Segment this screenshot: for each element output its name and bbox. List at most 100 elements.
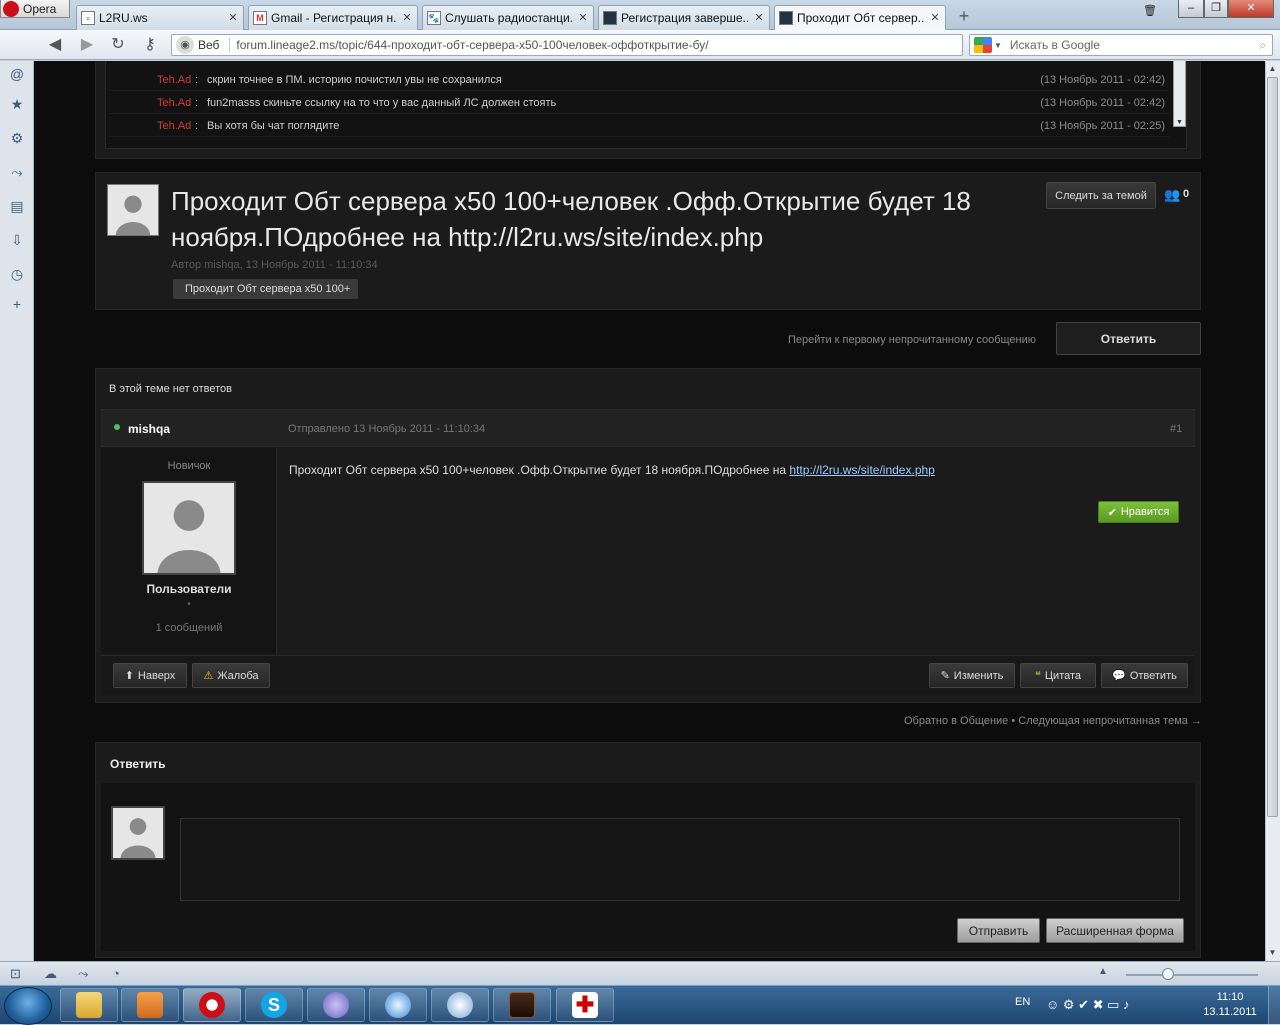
report-button[interactable]: ⚠ Жалоба — [192, 663, 270, 688]
post-link[interactable]: http://l2ru.ws/site/index.php — [789, 463, 934, 477]
scroll-down-icon[interactable]: ▼ — [1174, 119, 1185, 126]
app-taskbar-button[interactable] — [307, 988, 365, 1022]
maximize-button[interactable]: ❐ — [1204, 0, 1228, 18]
close-icon[interactable]: ✕ — [929, 12, 941, 24]
page-title: Проходит Обт сервера x50 100+человек .Оф… — [171, 186, 971, 252]
reload-icon[interactable]: ↻ — [107, 35, 129, 55]
chat-row: Teh.Ad: fun2masss скиньте ссылку на то чт… — [109, 92, 1169, 114]
opera-logo-icon — [3, 0, 19, 17]
post-body: Проходит Обт сервера x50 100+человек .Оф… — [289, 463, 935, 477]
language-indicator[interactable]: EN — [1015, 996, 1030, 1008]
chat-user[interactable]: Teh.Ad — [157, 74, 191, 86]
topic-tag[interactable]: Проходит Обт сервера x50 100+ — [173, 279, 359, 299]
tab-topic-active[interactable]: Проходит Обт сервер... ✕ — [774, 5, 946, 30]
close-icon[interactable]: ✕ — [227, 12, 239, 24]
unread-link[interactable]: Перейти к первому непрочитанному сообщен… — [788, 334, 1036, 346]
reply-topic-button[interactable]: Ответить — [1056, 322, 1201, 355]
opera-menu-button[interactable]: Opera — [0, 0, 70, 18]
close-icon[interactable]: ✕ — [401, 12, 413, 24]
clock-date[interactable]: 13.11.2011 — [1195, 1006, 1265, 1018]
back-to-top-button[interactable]: ⬆ Наверх — [113, 663, 187, 688]
close-icon[interactable]: ✕ — [753, 12, 765, 24]
gmail-icon: M — [253, 11, 267, 25]
post-author[interactable]: mishqa — [128, 422, 170, 436]
reply-textarea[interactable] — [180, 818, 1180, 901]
tab-radio[interactable]: 🐾 Слушать радиостанци... ✕ — [422, 5, 594, 30]
site-icon — [603, 11, 617, 25]
address-field[interactable]: ◉ Веб forum.lineage2.ms/topic/644-проход… — [171, 34, 963, 56]
back-arrow-icon[interactable]: ◀ — [44, 35, 66, 55]
reply-post-button[interactable]: 💬 Ответить — [1101, 663, 1188, 688]
advanced-form-button[interactable]: Расширенная форма — [1046, 918, 1184, 943]
check-icon: ✔ — [1107, 506, 1117, 519]
headset-taskbar-button[interactable] — [431, 988, 489, 1022]
skype-taskbar-button[interactable]: S — [245, 988, 303, 1022]
chat-scrollbar[interactable]: ▼ — [1173, 61, 1186, 127]
opera-taskbar-button[interactable] — [183, 988, 241, 1022]
like-button[interactable]: ✔ Нравится — [1098, 501, 1179, 523]
zoom-slider-handle[interactable] — [1162, 968, 1174, 980]
lineage-taskbar-button[interactable] — [493, 988, 551, 1022]
quote-icon: ❝ — [1034, 670, 1041, 682]
zoom-icon[interactable]: ▲ — [1098, 966, 1108, 977]
add-panel-icon[interactable]: + — [8, 295, 26, 313]
tab-gmail[interactable]: M Gmail - Регистрация н... ✕ — [248, 5, 418, 30]
chevron-down-icon[interactable]: ▼ — [994, 41, 1002, 50]
addon-taskbar-button[interactable]: ✚ — [556, 988, 614, 1022]
new-tab-button[interactable]: + — [955, 7, 973, 26]
next-unread-link[interactable]: Следующая непрочитанная тема → — [1018, 715, 1202, 727]
clock-time[interactable]: 11:10 — [1202, 991, 1258, 1003]
post-date: Отправлено 13 Ноябрь 2011 - 11:10:34 — [288, 423, 486, 435]
explorer-taskbar-button[interactable] — [60, 988, 118, 1022]
quote-button[interactable]: ❝ Цитата — [1020, 663, 1096, 688]
scrollbar-thumb[interactable] — [1267, 77, 1278, 817]
post-author-avatar[interactable] — [142, 481, 236, 575]
tab-l2ru[interactable]: ▫ L2RU.ws ✕ — [76, 5, 244, 30]
show-desktop-button[interactable] — [1268, 986, 1280, 1025]
topic-navigation: Обратно в Общение • Следующая непрочитан… — [904, 715, 1202, 727]
edit-button[interactable]: ✎ Изменить — [929, 663, 1015, 688]
star-icon[interactable]: ★ — [8, 95, 26, 113]
share-icon[interactable]: ⤳ — [78, 966, 88, 982]
key-icon[interactable]: ⚷ — [139, 35, 161, 55]
tab-registration[interactable]: Регистрация заверше... ✕ — [598, 5, 770, 30]
cloud-icon[interactable]: ☁ — [44, 966, 57, 982]
media-taskbar-button[interactable] — [121, 988, 179, 1022]
history-icon[interactable]: ◷ — [8, 265, 26, 283]
trash-icon[interactable]: 🗑 — [1140, 3, 1160, 21]
tray-icons[interactable]: ☺ ⚙ ✔ ✖ ▭ ♪ — [1046, 997, 1130, 1013]
zoom-slider[interactable] — [1126, 974, 1258, 976]
quick-reply-heading: Ответить — [110, 757, 166, 771]
followers-count: 0 — [1183, 188, 1190, 200]
follow-topic-button[interactable]: Следить за темой — [1046, 182, 1156, 209]
notes-icon[interactable]: ▤ — [8, 197, 26, 215]
url-text[interactable]: forum.lineage2.ms/topic/644-проходит-обт… — [236, 38, 708, 52]
scroll-up-icon[interactable]: ▲ — [1266, 62, 1279, 76]
qip-taskbar-button[interactable] — [369, 988, 427, 1022]
search-field[interactable]: ▼ Искать в Google ⌕ — [969, 34, 1273, 56]
forward-arrow-icon[interactable]: ▶ — [76, 35, 98, 55]
close-icon[interactable]: ✕ — [577, 12, 589, 24]
close-window-button[interactable]: ✕ — [1228, 0, 1274, 18]
gear-icon[interactable]: ⚙ — [8, 129, 26, 147]
chat-user[interactable]: Teh.Ad — [157, 97, 191, 109]
post-number[interactable]: #1 — [1170, 423, 1182, 435]
send-button[interactable]: Отправить — [957, 918, 1040, 943]
start-button[interactable] — [4, 987, 52, 1025]
folder-icon — [76, 992, 102, 1018]
panel-toggle-icon[interactable]: ⊡ — [10, 966, 21, 982]
mail-icon[interactable]: @ — [8, 65, 26, 83]
page-icon: ▫ — [81, 11, 95, 25]
search-icon[interactable]: ⌕ — [1259, 38, 1266, 53]
pencil-icon: ✎ — [940, 670, 950, 682]
downloads-icon[interactable]: ⇩ — [8, 231, 26, 249]
speed-dial-icon[interactable]: ◔ — [112, 966, 120, 981]
back-to-forum-link[interactable]: Обратно в Общение — [904, 715, 1008, 727]
search-placeholder: Искать в Google — [1009, 38, 1100, 52]
minimize-button[interactable]: – — [1178, 0, 1204, 18]
topic-meta: Автор mishqa, 13 Ноябрь 2011 - 11:10:34 — [171, 259, 378, 271]
scroll-down-icon[interactable]: ▼ — [1266, 946, 1279, 960]
author-avatar[interactable] — [107, 184, 159, 236]
chat-user[interactable]: Teh.Ad — [157, 120, 191, 132]
unite-icon[interactable]: ⤳ — [8, 163, 26, 181]
